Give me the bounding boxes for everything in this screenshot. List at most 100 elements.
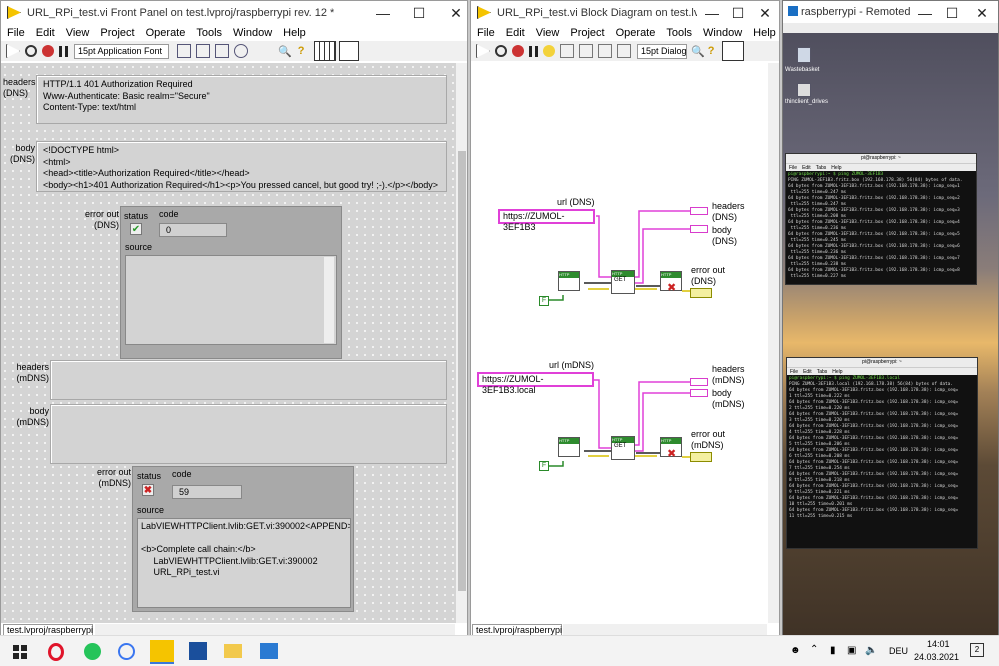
- tray-chevron-icon[interactable]: ⌃: [810, 644, 818, 655]
- minimize-icon[interactable]: —: [703, 4, 721, 22]
- highlight-execution-icon[interactable]: [543, 45, 555, 57]
- font-select[interactable]: 15pt Application Font: [74, 43, 169, 59]
- bool-false-constant-dns[interactable]: F: [539, 296, 549, 306]
- terminal-menu-tabs[interactable]: Tabs: [817, 369, 828, 375]
- close-icon[interactable]: ✕: [973, 4, 991, 22]
- menu-item-help[interactable]: Help: [283, 27, 306, 39]
- error-mdns-terminal[interactable]: [690, 452, 712, 462]
- http-open-handle-node[interactable]: HTTP: [558, 271, 580, 291]
- run-arrow-icon[interactable]: [476, 44, 490, 58]
- tray-people-icon[interactable]: ☻: [790, 645, 801, 656]
- terminal-2-titlebar[interactable]: pi@raspberrypi: ~: [787, 358, 977, 367]
- search-icon[interactable]: 🔍: [691, 45, 705, 58]
- notification-icon[interactable]: 2: [970, 643, 984, 657]
- help-icon[interactable]: ?: [298, 45, 305, 57]
- start-button-icon[interactable]: [13, 645, 27, 659]
- terminal-menu-file[interactable]: File: [790, 369, 798, 375]
- body-mdns-terminal[interactable]: [690, 389, 708, 397]
- menu-item-edit[interactable]: Edit: [36, 27, 55, 39]
- reorder-icon[interactable]: [234, 44, 248, 58]
- photos-icon[interactable]: [260, 643, 278, 659]
- close-icon[interactable]: ✕: [756, 4, 774, 22]
- block-diagram-vscrollbar[interactable]: [768, 63, 779, 623]
- terminal-menu-edit[interactable]: Edit: [802, 165, 811, 171]
- vi-icon[interactable]: [722, 41, 745, 61]
- pause-icon[interactable]: [59, 45, 68, 57]
- abort-icon[interactable]: [42, 45, 54, 57]
- menu-item-project[interactable]: Project: [570, 27, 604, 39]
- terminal-menu-help[interactable]: Help: [832, 369, 842, 375]
- resize-icon[interactable]: [215, 44, 229, 58]
- thinclient-drives-icon[interactable]: [797, 83, 811, 97]
- tray-network-icon[interactable]: ▣: [847, 645, 856, 656]
- run-continuous-icon[interactable]: [495, 45, 507, 57]
- bool-false-constant-mdns[interactable]: F: [539, 461, 549, 471]
- input-language[interactable]: DEU: [889, 646, 908, 656]
- terminal-1-titlebar[interactable]: pi@raspberrypi: ~: [786, 154, 976, 163]
- http-get-node[interactable]: HTTP GET: [611, 270, 635, 294]
- distribute-icon[interactable]: [196, 44, 210, 58]
- menu-item-window[interactable]: Window: [703, 27, 742, 39]
- body-dns-terminal[interactable]: [690, 225, 708, 233]
- align-icon[interactable]: [177, 44, 191, 58]
- help-icon[interactable]: ?: [708, 45, 715, 57]
- remote-titlebar[interactable]: raspberrypi - Remoted... — ☐ ✕: [783, 1, 998, 23]
- menu-item-tools[interactable]: Tools: [666, 27, 692, 39]
- front-panel-vscrollbar[interactable]: [456, 63, 467, 623]
- search-icon[interactable]: 🔍: [278, 45, 292, 58]
- pause-icon[interactable]: [529, 45, 538, 57]
- run-continuous-icon[interactable]: [25, 45, 37, 57]
- menu-item-operate[interactable]: Operate: [146, 27, 186, 39]
- minimize-icon[interactable]: —: [916, 4, 934, 22]
- http-get-node[interactable]: HTTP GET: [611, 436, 635, 460]
- menu-item-window[interactable]: Window: [233, 27, 272, 39]
- menu-item-file[interactable]: File: [477, 27, 495, 39]
- terminal-window-1[interactable]: pi@raspberrypi: ~ File Edit Tabs Help pi@ra…: [785, 153, 977, 285]
- maximize-icon[interactable]: ☐: [410, 4, 428, 22]
- opera-icon[interactable]: [48, 643, 64, 661]
- headers-dns-terminal[interactable]: [690, 207, 708, 215]
- menu-item-tools[interactable]: Tools: [196, 27, 222, 39]
- maximize-icon[interactable]: ☐: [943, 4, 961, 22]
- url-mdns-constant[interactable]: https://ZUMOL-3EF1B3.local: [477, 372, 594, 395]
- connector-pane-icon[interactable]: [314, 41, 337, 61]
- http-close-handle-node[interactable]: HTTP ✖: [660, 437, 682, 460]
- menu-item-project[interactable]: Project: [100, 27, 134, 39]
- maximize-icon[interactable]: ☐: [729, 4, 747, 22]
- terminal-menu-help[interactable]: Help: [831, 165, 841, 171]
- signal-icon[interactable]: [118, 643, 135, 660]
- step-into-icon[interactable]: [579, 44, 593, 58]
- block-diagram-titlebar[interactable]: URL_RPi_test.vi Block Diagram on test.lv…: [471, 1, 779, 25]
- terminal-window-2[interactable]: pi@raspberrypi: ~ File Edit Tabs Help pi@ra…: [786, 357, 978, 549]
- headers-mdns-terminal[interactable]: [690, 378, 708, 386]
- source-dns-scrollbar[interactable]: [324, 257, 334, 343]
- whatsapp-icon[interactable]: [84, 643, 101, 660]
- abort-icon[interactable]: [512, 45, 524, 57]
- terminal-menu-edit[interactable]: Edit: [803, 369, 812, 375]
- terminal-menu-tabs[interactable]: Tabs: [816, 165, 827, 171]
- minimize-icon[interactable]: —: [374, 4, 392, 22]
- teamviewer-icon[interactable]: [189, 642, 207, 660]
- font-select[interactable]: 15pt Dialog: [637, 43, 687, 59]
- file-explorer-icon[interactable]: [224, 644, 242, 658]
- menu-item-view[interactable]: View: [536, 27, 560, 39]
- terminal-menu-file[interactable]: File: [789, 165, 797, 171]
- clock-date[interactable]: 24.03.2021: [914, 652, 959, 662]
- menu-item-view[interactable]: View: [66, 27, 90, 39]
- menu-item-edit[interactable]: Edit: [506, 27, 525, 39]
- wastebasket-icon[interactable]: [797, 47, 811, 63]
- menu-item-file[interactable]: File: [7, 27, 25, 39]
- error-dns-terminal[interactable]: [690, 288, 712, 298]
- menu-item-help[interactable]: Help: [753, 27, 776, 39]
- labview-taskbar-icon[interactable]: [150, 640, 174, 664]
- front-panel-titlebar[interactable]: URL_RPi_test.vi Front Panel on test.lvpr…: [1, 1, 467, 25]
- step-over-icon[interactable]: [598, 44, 612, 58]
- http-close-handle-node[interactable]: HTTP ✖: [660, 271, 682, 294]
- retain-wire-values-icon[interactable]: [560, 44, 574, 58]
- tray-battery-icon[interactable]: ▮: [830, 645, 836, 656]
- step-out-icon[interactable]: [617, 44, 631, 58]
- vscroll-thumb[interactable]: [458, 151, 466, 591]
- vi-icon[interactable]: [339, 41, 360, 61]
- run-arrow-icon[interactable]: [6, 44, 20, 58]
- clock-time[interactable]: 14:01: [927, 639, 950, 649]
